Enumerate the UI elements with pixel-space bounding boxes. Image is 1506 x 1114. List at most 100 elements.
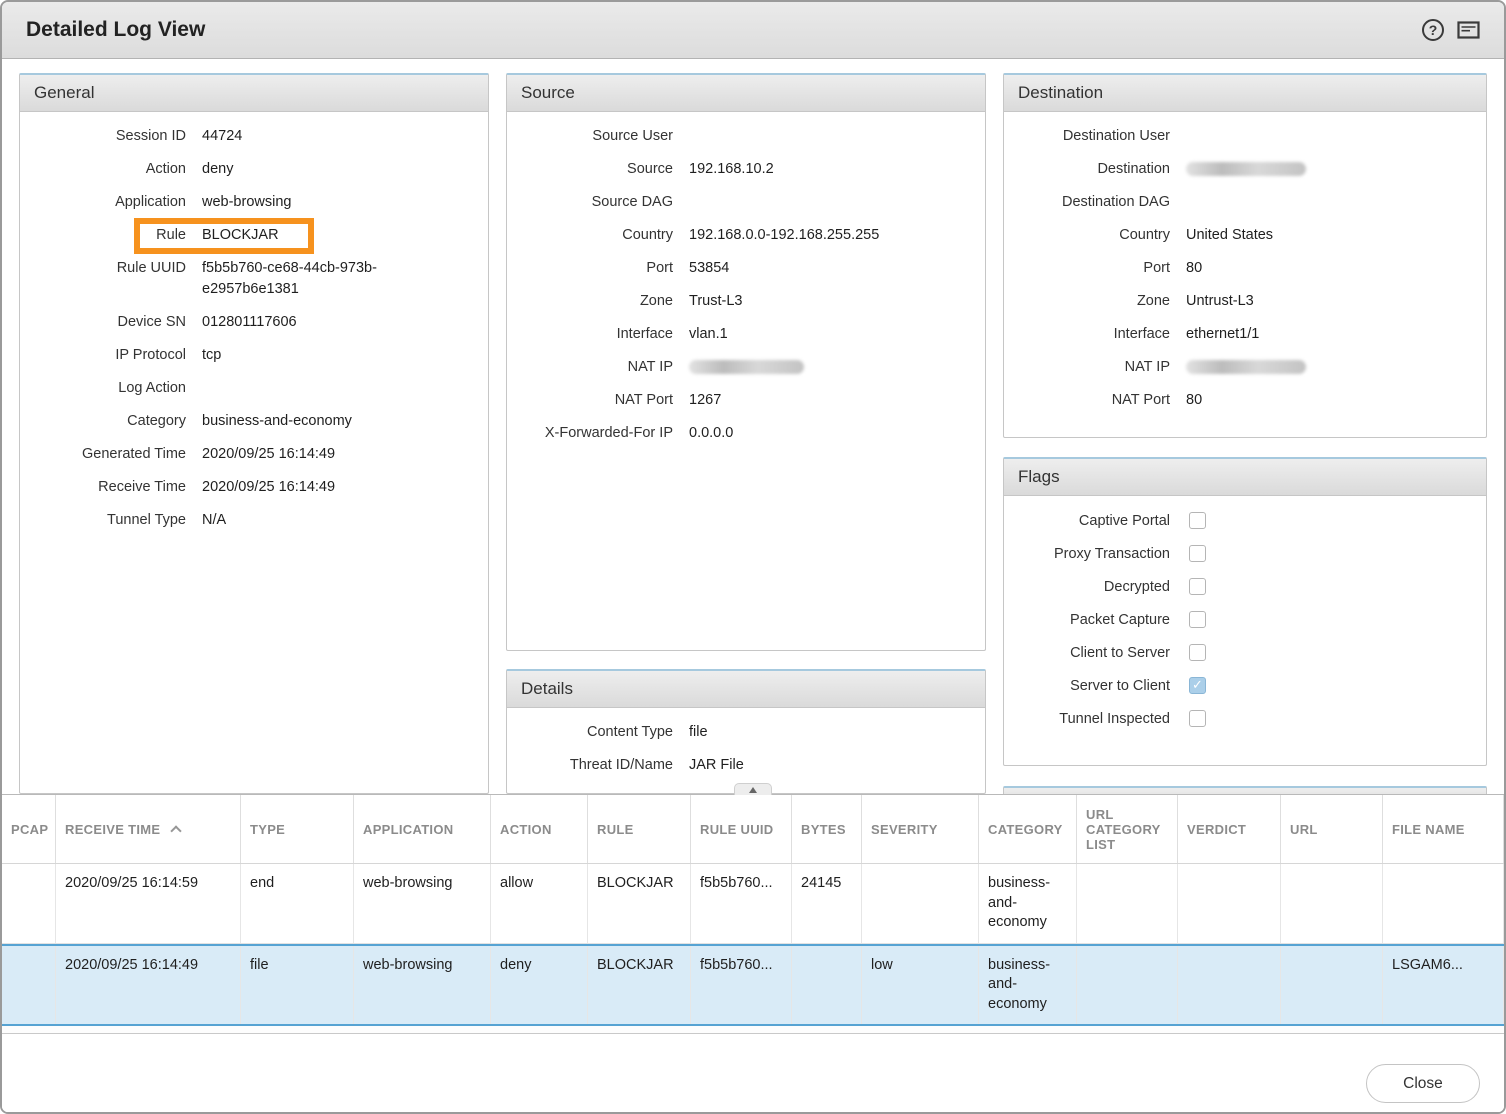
field-label: Receive Time xyxy=(36,477,186,498)
cell-category: business-and-economy xyxy=(979,946,1077,1025)
table-row[interactable]: 2020/09/25 16:14:59 end web-browsing all… xyxy=(2,864,1504,944)
field-label: NAT Port xyxy=(523,390,673,411)
cell-verdict xyxy=(1178,946,1281,1025)
field-label: Log Action xyxy=(36,378,186,399)
column-header-url-category-list[interactable]: URL CATEGORY LIST xyxy=(1077,795,1178,863)
redacted-value-blur xyxy=(1186,162,1306,176)
details-panel-header: Details xyxy=(507,671,985,708)
field-value: 012801117606 xyxy=(202,312,297,333)
field-row-device-sn: Device SN 012801117606 xyxy=(36,312,472,333)
server-to-client-checkbox[interactable] xyxy=(1189,677,1206,694)
column-header-receive-time[interactable]: RECEIVE TIME xyxy=(56,795,241,863)
field-value: business-and-economy xyxy=(202,411,352,432)
field-label: Interface xyxy=(523,324,673,345)
column-header-rule[interactable]: RULE xyxy=(588,795,691,863)
packet-capture-checkbox[interactable] xyxy=(1189,611,1206,628)
column-middle: Source Source User Source 192.168.10.2 S… xyxy=(506,73,986,794)
sort-asc-icon xyxy=(171,825,182,836)
column-right: Destination Destination User Destination… xyxy=(1003,73,1487,794)
cell-url xyxy=(1281,864,1383,943)
flag-label: Packet Capture xyxy=(1020,612,1170,628)
flag-label: Server to Client xyxy=(1020,678,1170,694)
field-label: NAT IP xyxy=(1020,357,1170,378)
column-header-category[interactable]: CATEGORY xyxy=(979,795,1077,863)
field-row-destination-nat-ip: NAT IP xyxy=(1020,357,1470,378)
general-panel: General Session ID 44724 Action deny App… xyxy=(19,73,489,794)
table-row-selected[interactable]: 2020/09/25 16:14:49 file web-browsing de… xyxy=(2,944,1504,1027)
flags-panel: Flags Captive Portal Proxy Transaction D… xyxy=(1003,457,1487,766)
field-row-tunnel-type: Tunnel Type N/A xyxy=(36,510,472,531)
field-value: 0.0.0.0 xyxy=(689,423,733,444)
cell-severity xyxy=(862,864,979,943)
column-header-pcap[interactable]: PCAP xyxy=(2,795,56,863)
field-label: Device SN xyxy=(36,312,186,333)
field-value: 192.168.10.2 xyxy=(689,159,774,180)
cell-type: file xyxy=(241,946,354,1025)
flag-label: Proxy Transaction xyxy=(1020,546,1170,562)
tunnel-inspected-checkbox[interactable] xyxy=(1189,710,1206,727)
field-label: Source DAG xyxy=(523,192,673,213)
cell-receive-time: 2020/09/25 16:14:59 xyxy=(56,864,241,943)
field-label: Action xyxy=(36,159,186,180)
dialog-title: Detailed Log View xyxy=(26,18,205,42)
field-row-source-user: Source User xyxy=(523,126,969,147)
column-header-file-name[interactable]: FILE NAME xyxy=(1383,795,1504,863)
column-label: RECEIVE TIME xyxy=(65,822,160,837)
collapse-handle[interactable] xyxy=(734,783,772,795)
field-row-destination-port: Port 80 xyxy=(1020,258,1470,279)
redacted-value-blur xyxy=(689,360,804,374)
field-row-action: Action deny xyxy=(36,159,472,180)
field-row-rule-highlighted: Rule BLOCKJAR xyxy=(36,225,472,246)
field-label: Content Type xyxy=(523,722,673,743)
field-row-source-port: Port 53854 xyxy=(523,258,969,279)
cell-url xyxy=(1281,946,1383,1025)
field-value: web-browsing xyxy=(202,192,291,213)
decrypted-checkbox[interactable] xyxy=(1189,578,1206,595)
column-header-type[interactable]: TYPE xyxy=(241,795,354,863)
destination-panel-header: Destination xyxy=(1004,75,1486,112)
general-panel-body: Session ID 44724 Action deny Application… xyxy=(20,112,488,557)
close-button[interactable]: Close xyxy=(1366,1064,1480,1103)
column-label: VERDICT xyxy=(1187,822,1246,837)
field-value: 2020/09/25 16:14:49 xyxy=(202,444,335,465)
titlebar-icons: ? xyxy=(1422,19,1480,41)
proxy-transaction-checkbox[interactable] xyxy=(1189,545,1206,562)
field-row-destination-nat-port: NAT Port 80 xyxy=(1020,390,1470,411)
redacted-value-blur xyxy=(1186,360,1306,374)
column-header-action[interactable]: ACTION xyxy=(491,795,588,863)
field-row-destination-interface: Interface ethernet1/1 xyxy=(1020,324,1470,345)
field-label: Country xyxy=(523,225,673,246)
field-value: 53854 xyxy=(689,258,729,279)
column-label: ACTION xyxy=(500,822,552,837)
dialog-titlebar: Detailed Log View ? xyxy=(2,2,1504,59)
field-label: Destination DAG xyxy=(1020,192,1170,213)
field-value xyxy=(1186,159,1306,180)
field-row-source-dag: Source DAG xyxy=(523,192,969,213)
captive-portal-checkbox[interactable] xyxy=(1189,512,1206,529)
window-panel-icon[interactable] xyxy=(1457,21,1480,39)
client-to-server-checkbox[interactable] xyxy=(1189,644,1206,661)
source-panel-body: Source User Source 192.168.10.2 Source D… xyxy=(507,112,985,470)
field-label: IP Protocol xyxy=(36,345,186,366)
column-header-verdict[interactable]: VERDICT xyxy=(1178,795,1281,863)
field-label: Generated Time xyxy=(36,444,186,465)
field-label: Application xyxy=(36,192,186,213)
field-label: Zone xyxy=(1020,291,1170,312)
field-label: Destination xyxy=(1020,159,1170,180)
column-header-url[interactable]: URL xyxy=(1281,795,1383,863)
column-header-bytes[interactable]: BYTES xyxy=(792,795,862,863)
field-label: Session ID xyxy=(36,126,186,147)
help-icon[interactable]: ? xyxy=(1422,19,1444,41)
column-header-severity[interactable]: SEVERITY xyxy=(862,795,979,863)
field-row-source-interface: Interface vlan.1 xyxy=(523,324,969,345)
flags-panel-header: Flags xyxy=(1004,459,1486,496)
flag-label: Client to Server xyxy=(1020,645,1170,661)
field-value: deny xyxy=(202,159,233,180)
field-value: vlan.1 xyxy=(689,324,728,345)
field-value: United States xyxy=(1186,225,1273,246)
dialog-content: General Session ID 44724 Action deny App… xyxy=(2,59,1504,1112)
column-header-rule-uuid[interactable]: RULE UUID xyxy=(691,795,792,863)
field-label: NAT Port xyxy=(1020,390,1170,411)
column-header-application[interactable]: APPLICATION xyxy=(354,795,491,863)
field-row-generated-time: Generated Time 2020/09/25 16:14:49 xyxy=(36,444,472,465)
